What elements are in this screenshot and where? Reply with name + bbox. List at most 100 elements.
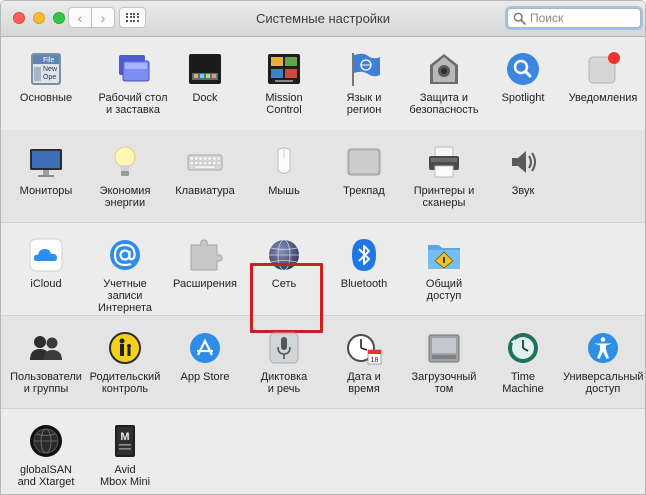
pref-label: Рабочий стол и заставка (98, 92, 168, 116)
pref-label: Avid Mbox Mini (99, 464, 151, 488)
internet-accounts-icon (110, 240, 140, 270)
keyboard-icon (187, 154, 223, 171)
pref-item-keyboard[interactable]: Клавиатура (165, 134, 245, 224)
pref-label: Трекпад (343, 185, 385, 197)
pref-label: Dock (192, 92, 218, 104)
pref-item-mouse[interactable]: Мышь (244, 134, 324, 224)
title-bar: ‹ › Системные настройки (1, 1, 645, 37)
pref-label: Уведомления (568, 92, 638, 104)
search-input[interactable] (530, 11, 634, 25)
search-icon (513, 12, 526, 25)
pref-item-dock[interactable]: Dock (165, 41, 245, 131)
pref-item-mission-control[interactable]: Mission Control (244, 41, 324, 131)
pref-item-trackpad[interactable]: Трекпад (324, 134, 404, 224)
pref-item-notifications[interactable]: Уведомления (563, 41, 643, 131)
trackpad-icon (347, 148, 381, 176)
sharing-icon (428, 245, 460, 269)
dictation-microphone-icon (269, 332, 299, 364)
pref-item-internet-accounts[interactable]: Учетные записи Интернета (85, 227, 165, 317)
dock-icon (189, 54, 221, 84)
pref-label: Защита и безопасность (409, 92, 479, 116)
search-field[interactable] (507, 8, 641, 28)
pref-label: Мониторы (19, 185, 73, 197)
general-icon-text-new: New (43, 66, 58, 73)
avid-mbox-icon: M (115, 425, 135, 457)
pref-label: Принтеры и сканеры (413, 185, 475, 209)
avid-letter-text: M (120, 431, 129, 443)
pref-label: Диктовка и речь (260, 371, 308, 395)
pref-item-accessibility[interactable]: Универсальный доступ (563, 320, 644, 410)
mouse-icon (277, 147, 291, 174)
pref-item-desktop[interactable]: Рабочий стол и заставка (93, 41, 173, 131)
date-time-icon: 18 (347, 334, 382, 365)
pref-label: Пользователи и группы (10, 371, 82, 395)
pref-item-globalsan[interactable]: globalSAN and Xtarget (6, 413, 86, 494)
general-icon: File New Ope (31, 53, 61, 85)
pref-label: Экономия энергии (99, 185, 151, 209)
pref-label: Универсальный доступ (563, 371, 644, 395)
security-icon (430, 54, 458, 84)
pref-item-avid[interactable]: M Avid Mbox Mini (85, 413, 165, 494)
bluetooth-icon (352, 239, 376, 271)
globalsan-icon (30, 425, 62, 457)
pref-label: iCloud (30, 278, 62, 290)
pref-label: Звук (511, 185, 535, 197)
pref-item-general[interactable]: File New Ope Основные (6, 41, 86, 131)
preferences-grid: File New Ope Основные Рабочий стол и зас… (1, 37, 645, 494)
calendar-day-text: 18 (371, 357, 379, 364)
language-region-icon (352, 53, 380, 86)
pref-label: Родительский контроль (89, 371, 161, 395)
pref-label: Time Machine (502, 371, 544, 395)
pref-item-extensions[interactable]: Расширения (165, 227, 245, 317)
parental-controls-icon (109, 332, 141, 364)
pref-item-bluetooth[interactable]: Bluetooth (324, 227, 404, 317)
time-machine-icon (508, 333, 538, 363)
pref-label: Мышь (268, 185, 300, 197)
mission-control-icon (268, 54, 300, 84)
pref-item-icloud[interactable]: iCloud (6, 227, 86, 317)
app-store-icon (190, 333, 220, 363)
pref-label: Spotlight (501, 92, 545, 104)
notifications-icon (588, 52, 620, 84)
pref-item-startup-disk[interactable]: Загрузочный том (404, 320, 484, 410)
pref-label: Учетные записи Интернета (98, 278, 152, 314)
pref-label: Дата и время (347, 371, 381, 395)
sound-icon (512, 151, 536, 173)
printer-icon (429, 146, 459, 178)
pref-item-energy-saver[interactable]: Экономия энергии (85, 134, 165, 224)
pref-item-users[interactable]: Пользователи и группы (6, 320, 86, 410)
displays-icon (30, 149, 62, 177)
spotlight-icon (507, 53, 539, 85)
pref-label: Bluetooth (340, 278, 388, 290)
pref-label: Расширения (173, 278, 237, 290)
users-groups-icon (30, 336, 62, 360)
pref-item-app-store[interactable]: App Store (165, 320, 245, 410)
pref-item-printers[interactable]: Принтеры и сканеры (404, 134, 484, 224)
pref-label: Общий доступ (425, 278, 463, 302)
pref-item-date-time[interactable]: 18 Дата и время (324, 320, 404, 410)
system-preferences-window: ‹ › Системные настройки Поиск File New O… (0, 0, 646, 495)
pref-item-sound[interactable]: Звук (483, 134, 563, 224)
pref-item-spotlight[interactable]: Spotlight (483, 41, 563, 131)
extensions-icon (190, 239, 223, 271)
pref-label: globalSAN and Xtarget (17, 464, 75, 488)
icloud-icon (29, 238, 63, 272)
pref-label: Загрузочный том (411, 371, 477, 395)
pref-item-language-region[interactable]: Язык и регион (324, 41, 404, 131)
pref-item-parental[interactable]: Родительский контроль (85, 320, 165, 410)
pref-item-sharing[interactable]: Общий доступ (404, 227, 484, 317)
startup-disk-icon (428, 334, 460, 363)
general-icon-text-file: File (43, 57, 54, 64)
pref-label: App Store (180, 371, 230, 383)
general-icon-text-ope: Ope (43, 74, 56, 81)
pref-label: Основные (19, 92, 73, 104)
pref-item-security[interactable]: Защита и безопасность (404, 41, 484, 131)
energy-saver-icon (114, 146, 136, 176)
pref-label: Клавиатура (175, 185, 235, 197)
accessibility-icon (588, 333, 618, 363)
pref-item-displays[interactable]: Мониторы (6, 134, 86, 224)
pref-item-time-machine[interactable]: Time Machine (483, 320, 563, 410)
pref-item-dictation[interactable]: Диктовка и речь (244, 320, 324, 410)
pref-label: Mission Control (265, 92, 303, 116)
pref-label: Язык и регион (346, 92, 382, 116)
